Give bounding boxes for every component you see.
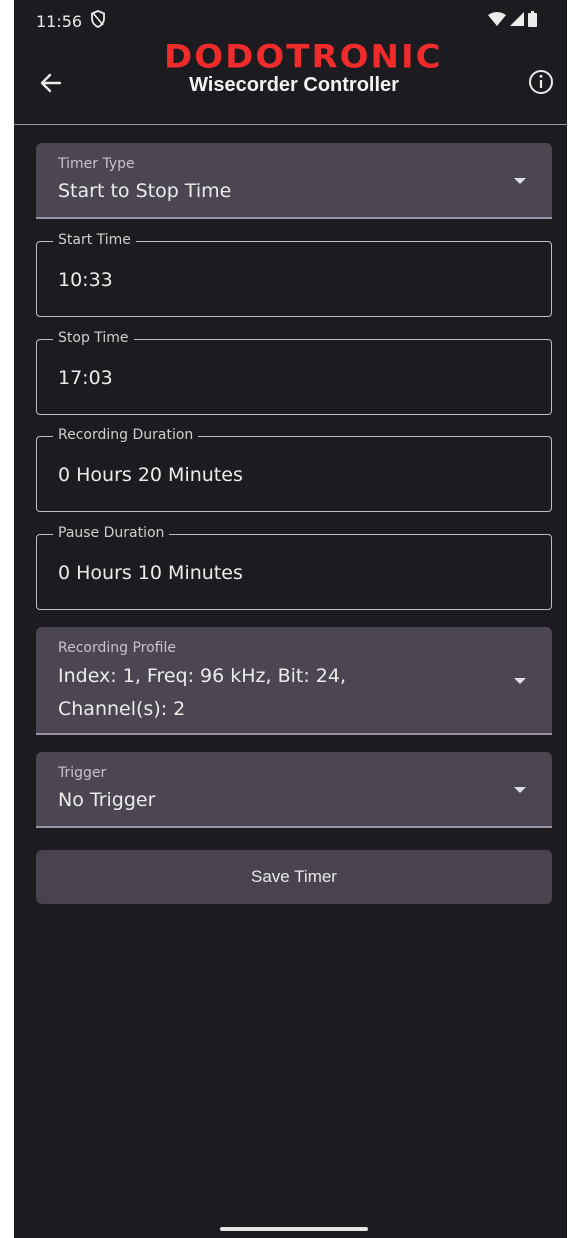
pause-duration-value: 0 Hours 10 Minutes bbox=[58, 562, 243, 584]
app-bar: DODOTRONIC Wisecorder Controller bbox=[14, 40, 567, 125]
recording-profile-dropdown[interactable]: Recording Profile Index: 1, Freq: 96 kHz… bbox=[36, 627, 552, 735]
phone-screen: 11:56 DODOTRONIC Wisecorder Controller T… bbox=[14, 0, 567, 1238]
trigger-value: No Trigger bbox=[58, 789, 156, 811]
recording-profile-label: Recording Profile bbox=[58, 640, 177, 656]
recording-profile-value-line2: Channel(s): 2 bbox=[58, 698, 186, 720]
stop-time-label: Stop Time bbox=[53, 330, 134, 346]
system-icons bbox=[488, 11, 537, 27]
recording-duration-field[interactable]: Recording Duration 0 Hours 20 Minutes bbox=[36, 427, 552, 512]
shield-icon bbox=[91, 10, 105, 28]
battery-icon bbox=[528, 11, 537, 27]
wifi-icon bbox=[488, 12, 506, 26]
back-arrow-icon[interactable] bbox=[38, 70, 64, 96]
signal-icon bbox=[510, 12, 524, 26]
home-indicator[interactable] bbox=[220, 1227, 368, 1231]
start-time-value: 10:33 bbox=[58, 269, 113, 291]
dropdown-arrow-icon bbox=[514, 787, 526, 793]
info-icon[interactable] bbox=[527, 68, 555, 96]
dodotronic-logo: DODOTRONIC bbox=[164, 38, 443, 76]
timer-type-label: Timer Type bbox=[58, 156, 135, 172]
trigger-label: Trigger bbox=[58, 765, 107, 781]
recording-profile-value-line1: Index: 1, Freq: 96 kHz, Bit: 24, bbox=[58, 665, 347, 687]
start-time-label: Start Time bbox=[53, 232, 136, 248]
recording-duration-value: 0 Hours 20 Minutes bbox=[58, 464, 243, 486]
dropdown-arrow-icon bbox=[514, 178, 526, 184]
timer-type-value: Start to Stop Time bbox=[58, 180, 232, 202]
save-timer-button[interactable]: Save Timer bbox=[36, 850, 552, 904]
app-title: Wisecorder Controller bbox=[189, 74, 399, 96]
timer-type-dropdown[interactable]: Timer Type Start to Stop Time bbox=[36, 143, 552, 219]
dropdown-arrow-icon bbox=[514, 678, 526, 684]
pause-duration-label: Pause Duration bbox=[53, 525, 170, 541]
start-time-field[interactable]: Start Time 10:33 bbox=[36, 232, 552, 317]
status-bar: 11:56 bbox=[14, 0, 567, 40]
app-bar-divider bbox=[14, 124, 567, 125]
brand: DODOTRONIC Wisecorder Controller bbox=[164, 38, 443, 97]
stop-time-field[interactable]: Stop Time 17:03 bbox=[36, 330, 552, 415]
pause-duration-field[interactable]: Pause Duration 0 Hours 10 Minutes bbox=[36, 525, 552, 610]
recording-duration-label: Recording Duration bbox=[53, 427, 199, 443]
trigger-dropdown[interactable]: Trigger No Trigger bbox=[36, 752, 552, 828]
status-time: 11:56 bbox=[36, 12, 83, 31]
stop-time-value: 17:03 bbox=[58, 367, 113, 389]
